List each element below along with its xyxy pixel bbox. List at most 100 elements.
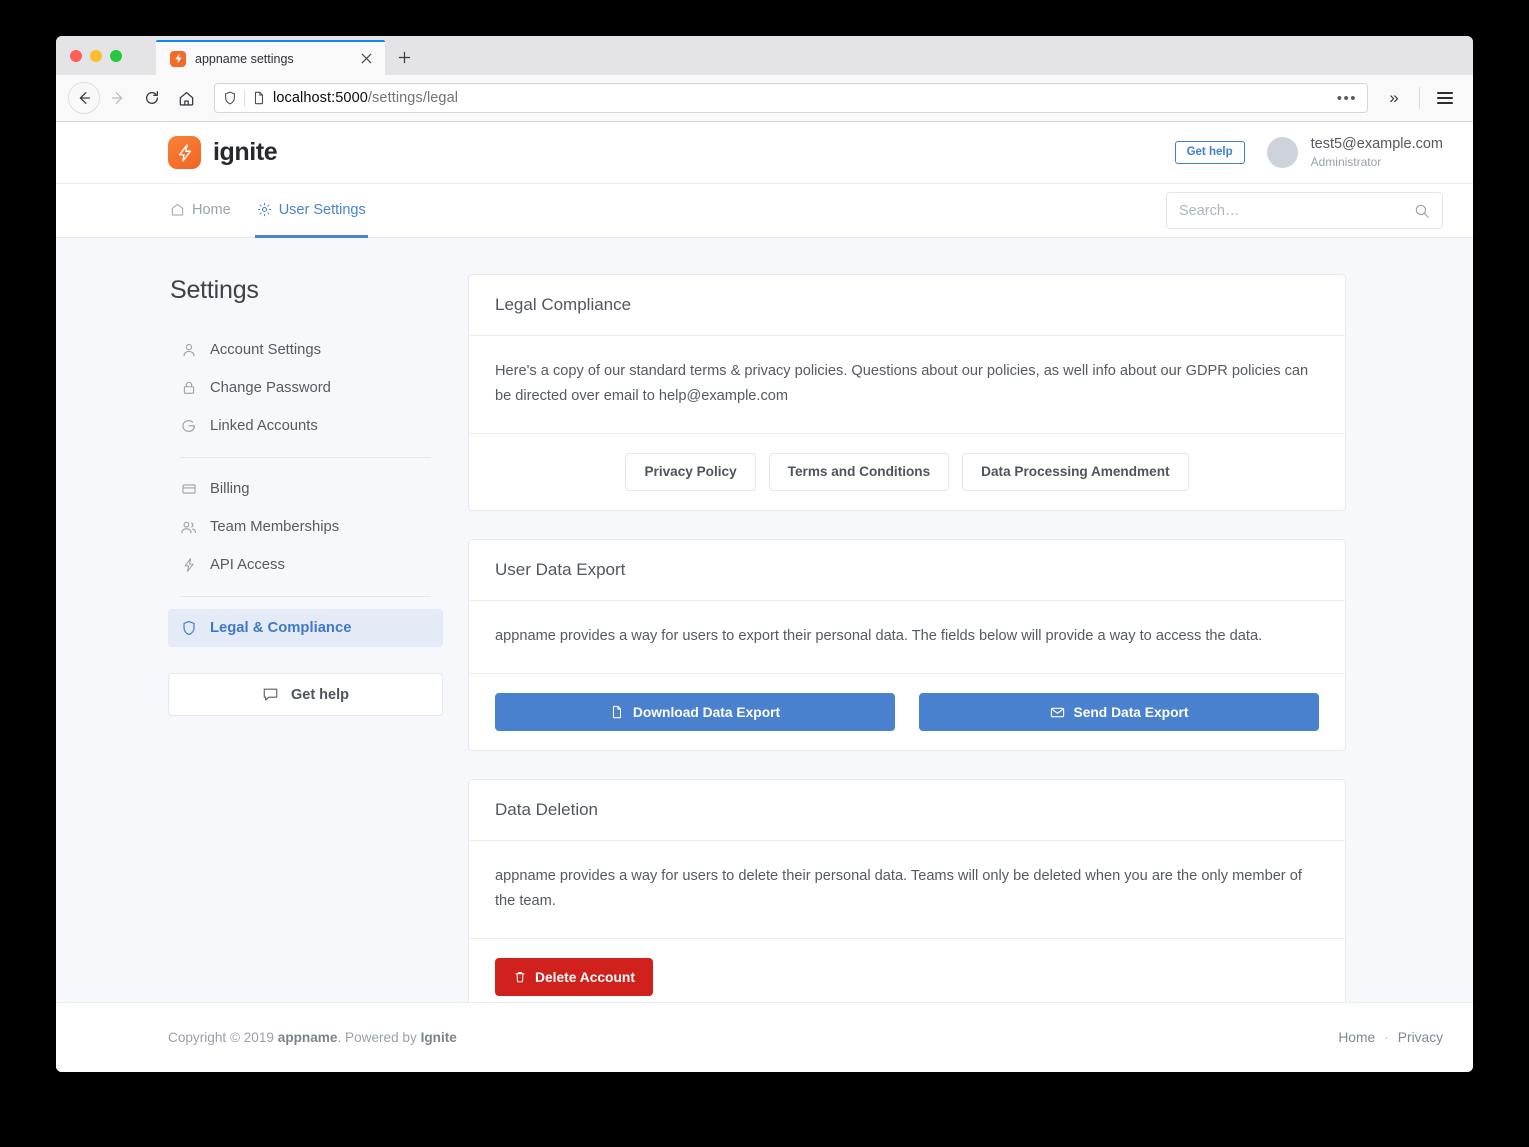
sidebar-item-label: Team Memberships <box>210 519 340 535</box>
settings-sidebar: Settings Account Settings Change Passwor… <box>168 274 443 716</box>
card-title: Data Deletion <box>469 780 1345 842</box>
card-body-text: Here's a copy of our standard terms & pr… <box>469 336 1345 435</box>
footer-copyright: Copyright © 2019 appname. Powered by Ign… <box>168 1030 457 1045</box>
google-g-icon <box>180 418 197 435</box>
browser-tab-strip: appname settings <box>56 36 1473 75</box>
search-box[interactable] <box>1166 192 1443 229</box>
back-button[interactable] <box>68 82 100 114</box>
address-bar-divider <box>244 89 245 107</box>
minimize-window-button[interactable] <box>90 49 102 62</box>
sidebar-divider <box>180 596 431 597</box>
credit-card-icon <box>180 481 197 498</box>
ignite-bolt-icon <box>168 136 201 169</box>
nav-tab-list: Home User Settings <box>168 184 368 238</box>
home-button[interactable] <box>170 82 202 114</box>
maximize-window-button[interactable] <box>110 49 122 62</box>
settings-content: Legal Compliance Here's a copy of our st… <box>468 274 1346 1044</box>
card-body-text: appname provides a way for users to expo… <box>469 601 1345 675</box>
browser-tab[interactable]: appname settings <box>156 40 385 75</box>
footer-link-privacy[interactable]: Privacy <box>1398 1030 1443 1045</box>
sidebar-item-api-access[interactable]: API Access <box>168 546 443 584</box>
sidebar-divider <box>180 457 431 458</box>
forward-button[interactable] <box>102 82 134 114</box>
page-viewport: ignite Get help test5@example.com Admini… <box>56 122 1473 1072</box>
page-icon[interactable] <box>252 91 266 105</box>
sidebar-item-linked-accounts[interactable]: Linked Accounts <box>168 407 443 445</box>
window-controls[interactable] <box>56 36 156 75</box>
browser-window: appname settings localhost:5000/settings… <box>56 36 1473 1072</box>
footer-brand: Ignite <box>420 1030 457 1045</box>
footer-links: Home · Privacy <box>1338 1030 1443 1045</box>
footer-link-home[interactable]: Home <box>1338 1030 1375 1045</box>
sidebar-group-org: Billing Team Memberships API Access <box>168 470 443 584</box>
card-user-data-export: User Data Export appname provides a way … <box>468 538 1346 752</box>
page-title: Settings <box>170 276 259 304</box>
sidebar-item-legal-compliance[interactable]: Legal & Compliance <box>168 609 443 647</box>
button-label: Download Data Export <box>632 704 781 720</box>
delete-account-button[interactable]: Delete Account <box>495 958 653 997</box>
sidebar-item-label: Change Password <box>210 380 331 396</box>
hamburger-icon <box>1437 92 1453 104</box>
search-input[interactable] <box>1179 202 1414 219</box>
button-label: Send Data Export <box>1073 704 1189 720</box>
envelope-icon <box>1050 705 1065 720</box>
user-role: Administrator <box>1310 155 1382 170</box>
privacy-policy-button[interactable]: Privacy Policy <box>625 453 756 491</box>
brand-name: ignite <box>213 138 278 166</box>
sidebar-item-label: Linked Accounts <box>210 418 318 434</box>
download-data-export-button[interactable]: Download Data Export <box>495 693 895 732</box>
data-processing-amendment-button[interactable]: Data Processing Amendment <box>962 453 1189 491</box>
person-icon <box>180 342 197 359</box>
footer-appname: appname <box>277 1030 338 1045</box>
footer-separator: · <box>1384 1030 1389 1045</box>
sidebar-group-account: Account Settings Change Password Linked … <box>168 331 443 445</box>
home-icon <box>170 202 185 217</box>
app-menu-button[interactable] <box>1429 82 1461 114</box>
toolbar-overflow-button[interactable]: » <box>1378 82 1410 114</box>
terms-and-conditions-button[interactable]: Terms and Conditions <box>768 453 950 491</box>
brand-logo[interactable]: ignite <box>168 136 278 169</box>
speech-bubble-icon <box>262 686 279 703</box>
user-menu[interactable]: test5@example.com Administrator <box>1266 135 1443 171</box>
sidebar-get-help-button[interactable]: Get help <box>168 673 443 716</box>
get-help-button[interactable]: Get help <box>1174 140 1245 165</box>
search-icon[interactable] <box>1414 203 1430 219</box>
sidebar-item-label: Billing <box>210 481 250 497</box>
page-actions-icon[interactable]: ••• <box>1337 91 1359 106</box>
lightning-icon <box>180 557 197 574</box>
reload-button[interactable] <box>136 82 168 114</box>
sidebar-item-billing[interactable]: Billing <box>168 470 443 508</box>
sidebar-item-label: API Access <box>210 557 285 573</box>
footer-copyright-mid: . Powered by <box>337 1030 421 1045</box>
sidebar-item-team-memberships[interactable]: Team Memberships <box>168 508 443 546</box>
app-nav: Home User Settings <box>56 184 1473 238</box>
ignite-bolt-icon <box>170 50 186 67</box>
footer-copyright-prefix: Copyright © 2019 <box>168 1030 278 1045</box>
file-icon <box>610 705 624 719</box>
address-bar[interactable]: localhost:5000/settings/legal ••• <box>214 83 1368 113</box>
card-legal-compliance: Legal Compliance Here's a copy of our st… <box>468 274 1346 511</box>
close-window-button[interactable] <box>70 49 82 62</box>
close-icon[interactable] <box>357 50 375 68</box>
lock-icon <box>180 380 197 397</box>
address-bar-url[interactable]: localhost:5000/settings/legal <box>273 90 1330 106</box>
button-label: Delete Account <box>535 969 635 985</box>
card-data-deletion: Data Deletion appname provides a way for… <box>468 779 1346 1017</box>
app-footer: Copyright © 2019 appname. Powered by Ign… <box>56 1002 1473 1072</box>
toolbar-divider <box>1419 87 1420 109</box>
chevron-double-right-icon: » <box>1389 88 1399 107</box>
send-data-export-button[interactable]: Send Data Export <box>919 693 1319 732</box>
sidebar-item-account-settings[interactable]: Account Settings <box>168 331 443 369</box>
sidebar-item-change-password[interactable]: Change Password <box>168 369 443 407</box>
gear-icon <box>257 202 272 217</box>
new-tab-button[interactable] <box>389 40 419 75</box>
shield-icon[interactable] <box>223 91 237 105</box>
people-icon <box>180 519 197 536</box>
sidebar-item-label: Account Settings <box>210 342 322 358</box>
card-actions: Download Data Export Send Data Export <box>469 674 1345 750</box>
card-body-text: appname provides a way for users to dele… <box>469 841 1345 940</box>
nav-tab-label: Home <box>192 201 231 218</box>
app-header: ignite Get help test5@example.com Admini… <box>56 122 1473 184</box>
nav-tab-home[interactable]: Home <box>168 184 233 238</box>
nav-tab-user-settings[interactable]: User Settings <box>254 184 368 238</box>
